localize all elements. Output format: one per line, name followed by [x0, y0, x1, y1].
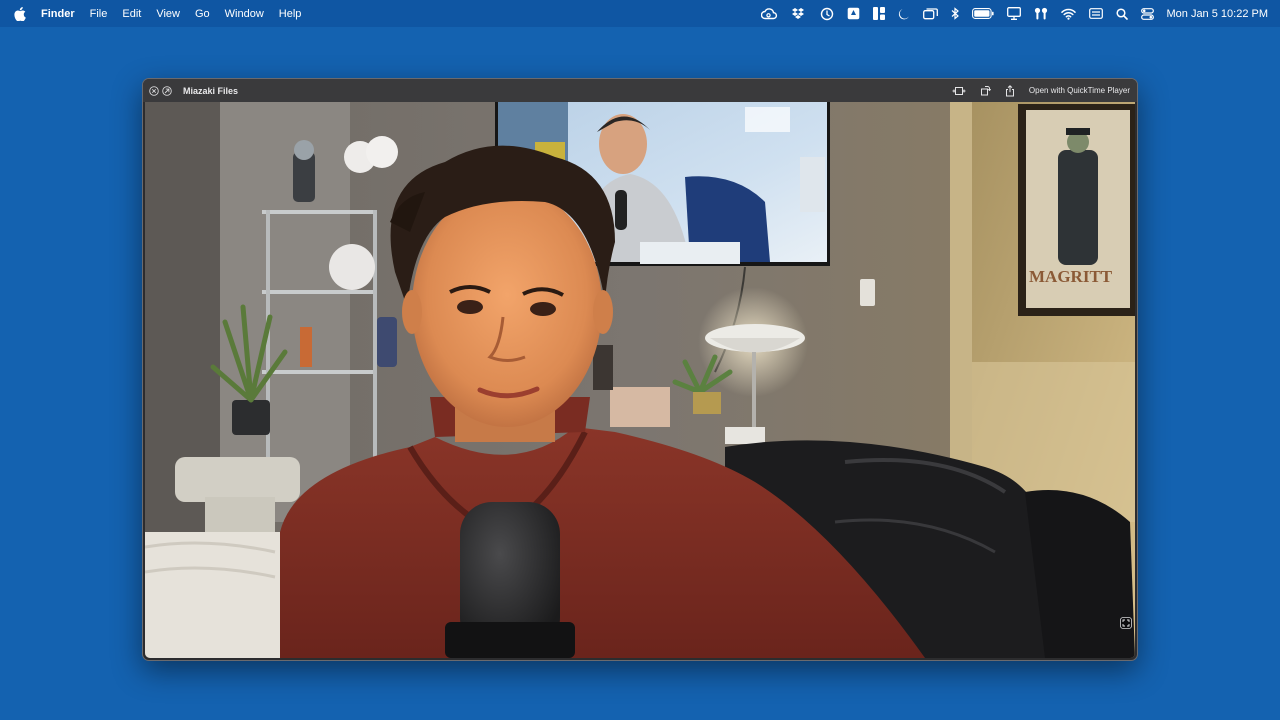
quick-look-window: Miazaki Files Open with QuickTime Player: [142, 78, 1138, 661]
dropbox-icon[interactable]: [791, 7, 807, 20]
video-preview[interactable]: MAGRITT: [145, 102, 1135, 658]
close-icon[interactable]: [149, 85, 159, 96]
app-switcher-icon[interactable]: [873, 7, 886, 20]
wifi-icon[interactable]: [1061, 8, 1077, 20]
menu-view[interactable]: View: [156, 8, 180, 20]
menu-window[interactable]: Window: [225, 8, 264, 20]
menu-go[interactable]: Go: [195, 8, 210, 20]
video-frame: MAGRITT: [145, 102, 1135, 658]
menu-bar: Finder File Edit View Go Window Help Mon…: [0, 0, 1280, 27]
google-drive-icon[interactable]: [847, 7, 860, 20]
open-with-quicktime-button[interactable]: Open with QuickTime Player: [1029, 86, 1130, 95]
expand-icon[interactable]: [1120, 617, 1132, 629]
menu-edit[interactable]: Edit: [122, 8, 141, 20]
control-center-icon[interactable]: [1141, 7, 1155, 20]
title-bar: Miazaki Files Open with QuickTime Player: [143, 79, 1137, 102]
creative-cloud-icon[interactable]: [761, 7, 778, 20]
window-title: Miazaki Files: [183, 85, 239, 96]
battery-icon[interactable]: [972, 8, 995, 19]
airpods-icon[interactable]: [1034, 7, 1048, 20]
sync-icon[interactable]: [820, 7, 834, 21]
share-icon[interactable]: [1005, 84, 1015, 97]
poster-text: MAGRITT: [1029, 267, 1113, 286]
focus-moon-icon[interactable]: [898, 8, 910, 20]
fullscreen-icon[interactable]: [162, 85, 172, 96]
bluetooth-icon[interactable]: [951, 7, 960, 20]
keyboard-icon[interactable]: [1089, 8, 1104, 19]
rotate-icon[interactable]: [980, 85, 991, 96]
menu-app-finder[interactable]: Finder: [41, 8, 75, 20]
display-icon[interactable]: [1007, 7, 1022, 20]
search-icon[interactable]: [1116, 7, 1129, 20]
menu-file[interactable]: File: [90, 8, 108, 20]
menu-bar-clock[interactable]: Mon Jan 5 10:22 PM: [1166, 8, 1268, 20]
trim-icon[interactable]: [952, 86, 966, 96]
screen-mirror-icon[interactable]: [923, 7, 939, 20]
menu-help[interactable]: Help: [279, 8, 302, 20]
apple-logo-icon[interactable]: [14, 6, 26, 21]
